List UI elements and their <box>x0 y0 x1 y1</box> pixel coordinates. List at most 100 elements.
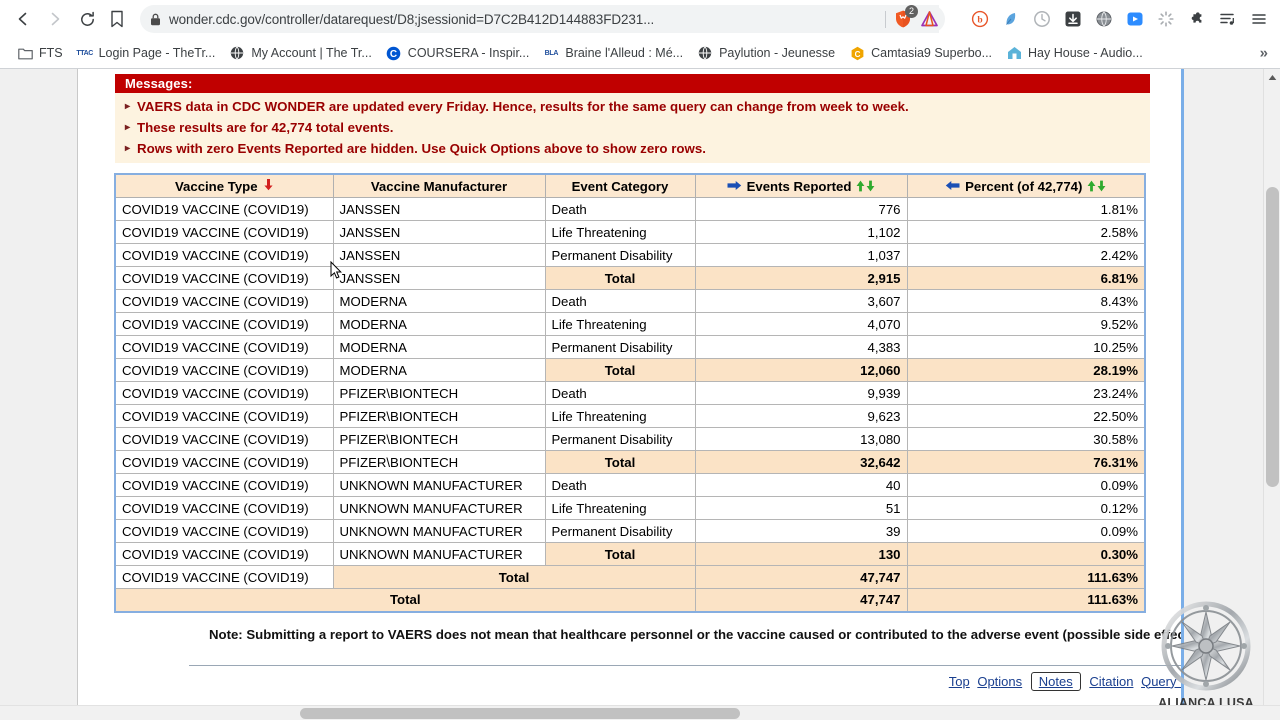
table-row: COVID19 VACCINE (COVID19) UNKNOWN MANUFAC… <box>114 496 1146 520</box>
column-header-label: Vaccine Type <box>174 178 258 194</box>
bookmark-item[interactable]: My Account | The Tr... <box>222 42 378 64</box>
table-cell: Death <box>544 289 696 313</box>
browser-menu-icon[interactable] <box>1246 6 1272 32</box>
table-cell: Permanent Disability <box>544 335 696 359</box>
bookmark-item[interactable]: BLA Braine l'Alleud : Mé... <box>536 42 690 64</box>
table-grand-total-row: Total 47,747 111.63% <box>114 588 1146 612</box>
arrow-right-blue-icon[interactable] <box>727 179 742 194</box>
lock-icon <box>150 13 161 26</box>
brave-rewards-icon[interactable]: b <box>967 6 993 32</box>
table-cell: COVID19 VACCINE (COVID19) <box>114 450 334 474</box>
message-item: ▸ VAERS data in CDC WONDER are updated e… <box>115 96 1150 117</box>
footer-link-query-criteria[interactable]: Query Criteria <box>1141 674 1181 689</box>
globe-extension-icon[interactable] <box>1091 6 1117 32</box>
page-frame: Messages: ▸ VAERS data in CDC WONDER are… <box>79 69 1184 720</box>
bookmark-page-icon[interactable] <box>104 6 130 32</box>
feather-extension-icon[interactable] <box>998 6 1024 32</box>
bookmark-item[interactable]: Hay House - Audio... <box>999 42 1150 64</box>
coursera-favicon: C <box>386 45 402 61</box>
column-header-vaccine-manufacturer[interactable]: Vaccine Manufacturer <box>332 173 546 198</box>
puzzle-extensions-icon[interactable] <box>1184 6 1210 32</box>
bookmarks-overflow-button[interactable]: » <box>1260 45 1268 62</box>
table-cell: 0.09% <box>906 473 1146 497</box>
bookmark-label: Hay House - Audio... <box>1028 46 1143 60</box>
table-cell: 30.58% <box>906 427 1146 451</box>
table-cell: COVID19 VACCINE (COVID19) <box>114 243 334 267</box>
table-cell: Death <box>544 473 696 497</box>
table-cell: Total <box>332 565 696 589</box>
horizontal-scrollbar[interactable] <box>0 705 1280 720</box>
paylution-favicon <box>697 45 713 61</box>
omnibox-divider <box>885 10 886 28</box>
table-cell: Permanent Disability <box>544 243 696 267</box>
loading-extension-icon[interactable] <box>1153 6 1179 32</box>
footer-divider <box>189 664 1181 666</box>
table-cell: Life Threatening <box>544 220 696 244</box>
table-cell: 3,607 <box>694 289 908 313</box>
brave-shield-icon[interactable]: 2 <box>893 5 918 29</box>
sort-down-red-icon[interactable] <box>263 178 274 194</box>
table-row: COVID19 VACCINE (COVID19) MODERNA Death 3,6… <box>114 289 1146 313</box>
page-viewport: Messages: ▸ VAERS data in CDC WONDER are… <box>0 69 1280 720</box>
bookmark-item[interactable]: FTS <box>10 42 70 64</box>
bookmark-item[interactable]: C Camtasia9 Superbo... <box>842 42 999 64</box>
bookmark-item[interactable]: C COURSERA - Inspir... <box>379 42 537 64</box>
bullet-icon: ▸ <box>125 122 131 133</box>
table-cell: Total <box>544 542 696 566</box>
vertical-scrollbar[interactable] <box>1263 69 1280 720</box>
back-button[interactable] <box>8 4 38 34</box>
scroll-up-arrow-icon[interactable] <box>1264 69 1280 86</box>
bookmark-item[interactable]: Paylution - Jeunesse <box>690 42 842 64</box>
footer-link-top[interactable]: Top <box>949 674 970 689</box>
horizontal-scrollbar-thumb[interactable] <box>300 708 740 719</box>
table-cell: COVID19 VACCINE (COVID19) <box>114 335 334 359</box>
forward-button[interactable] <box>40 4 70 34</box>
bookmarks-bar: FTS TTAC Login Page - TheTr... My Accoun… <box>0 38 1280 68</box>
column-header-vaccine-type[interactable]: Vaccine Type <box>114 173 334 198</box>
table-row: COVID19 VACCINE (COVID19) UNKNOWN MANUFAC… <box>114 542 1146 566</box>
reading-list-icon[interactable] <box>1215 6 1241 32</box>
message-text: Rows with zero Events Reported are hidde… <box>137 141 706 156</box>
table-cell: COVID19 VACCINE (COVID19) <box>114 266 334 290</box>
column-header-percent[interactable]: Percent (of 42,774) <box>906 173 1146 198</box>
sort-updown-green-icon[interactable] <box>1087 180 1106 192</box>
hayhouse-favicon <box>1006 45 1022 61</box>
table-cell: COVID19 VACCINE (COVID19) <box>114 519 334 543</box>
vertical-scrollbar-thumb[interactable] <box>1266 187 1279 487</box>
table-cell: Death <box>544 197 696 221</box>
messages-box: Messages: ▸ VAERS data in CDC WONDER are… <box>114 73 1151 164</box>
table-cell: 28.19% <box>906 358 1146 382</box>
footer-link-citation[interactable]: Citation <box>1089 674 1133 689</box>
table-cell: 32,642 <box>694 450 908 474</box>
clock-extension-icon[interactable] <box>1029 6 1055 32</box>
shield-blocked-count: 2 <box>905 5 918 18</box>
column-header-label: Percent (of 42,774) <box>965 178 1083 194</box>
table-cell: 0.30% <box>906 542 1146 566</box>
footer-link-notes[interactable]: Notes <box>1039 674 1073 689</box>
brave-rewards-triangle-icon[interactable] <box>920 10 939 28</box>
footer-link-notes-focus[interactable]: Notes <box>1030 671 1081 691</box>
table-cell: COVID19 VACCINE (COVID19) <box>114 473 334 497</box>
column-header-event-category[interactable]: Event Category <box>544 173 696 198</box>
table-cell: 4,070 <box>694 312 908 336</box>
table-row: COVID19 VACCINE (COVID19) PFIZER\BIONTECH… <box>114 404 1146 428</box>
table-header-row: Vaccine Type Vaccine Manufacturer Event … <box>114 173 1146 198</box>
table-cell: 1.81% <box>906 197 1146 221</box>
bookmark-item[interactable]: TTAC Login Page - TheTr... <box>70 42 223 64</box>
reload-button[interactable] <box>72 4 102 34</box>
table-cell: 111.63% <box>906 588 1146 612</box>
browser-toolbar: wonder.cdc.gov/controller/datarequest/D8… <box>0 0 1280 38</box>
table-cell: 39 <box>694 519 908 543</box>
video-call-extension-icon[interactable] <box>1122 6 1148 32</box>
table-cell: 0.12% <box>906 496 1146 520</box>
table-cell: 22.50% <box>906 404 1146 428</box>
address-bar[interactable]: wonder.cdc.gov/controller/datarequest/D8… <box>140 5 945 33</box>
column-header-events-reported[interactable]: Events Reported <box>694 173 908 198</box>
table-cell: 130 <box>694 542 908 566</box>
arrow-left-blue-icon[interactable] <box>945 179 960 194</box>
footer-link-options[interactable]: Options <box>977 674 1022 689</box>
table-cell: Total <box>544 450 696 474</box>
sort-updown-green-icon[interactable] <box>856 180 875 192</box>
download-extension-icon[interactable] <box>1060 6 1086 32</box>
table-row: COVID19 VACCINE (COVID19) JANSSEN Permanen… <box>114 243 1146 267</box>
